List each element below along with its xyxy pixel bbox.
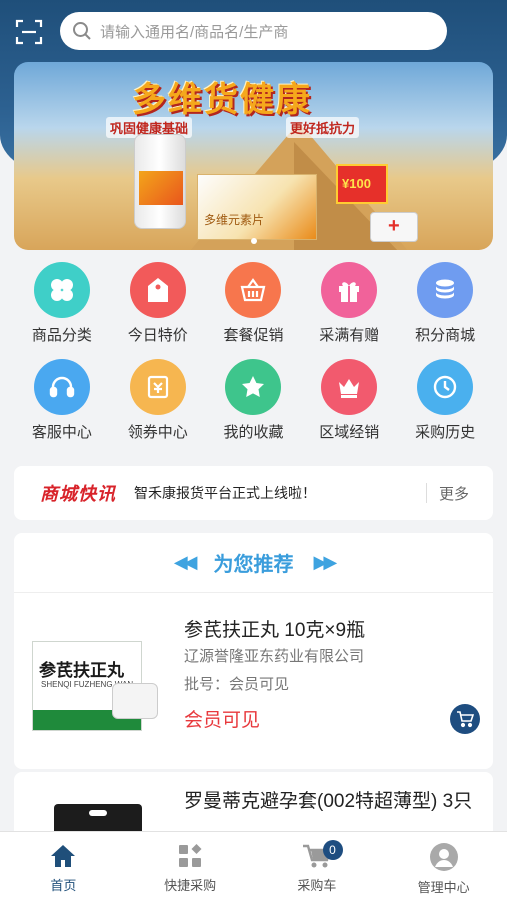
- product-box-image: 多维元素片: [197, 174, 317, 240]
- news-more-link[interactable]: 更多: [439, 483, 469, 504]
- double-right-arrow-icon: ▶▶: [313, 552, 338, 572]
- tab-quick-buy[interactable]: 快捷采购: [127, 832, 254, 900]
- category-label: 商品分类: [31, 327, 92, 344]
- category-grid: 商品分类 今日特价 套餐促销 采满有赠 积分商城 客服中心 领券中心 我的收藏 …: [14, 262, 493, 442]
- clock-icon: [417, 359, 474, 415]
- category-label: 客服中心: [31, 424, 92, 441]
- category-label: 采购历史: [415, 424, 476, 441]
- tab-home[interactable]: 首页: [0, 832, 127, 900]
- product-manufacturer: 辽源誉隆亚东药业有限公司: [184, 648, 365, 665]
- medicine-jar-image: [112, 683, 158, 719]
- quick-buy-icon: [179, 844, 202, 867]
- product-bottle-image: [134, 134, 186, 229]
- tab-cart[interactable]: 0 采购车: [254, 832, 381, 900]
- headset-icon: [33, 359, 90, 415]
- category-label: 我的收藏: [223, 424, 284, 441]
- grid-icon: [33, 262, 90, 318]
- recommend-section: ◀◀ 为您推荐 ▶▶ 参芪扶正丸 SHENQI FUZHENG WAN 参芪扶正…: [14, 533, 493, 769]
- divider: [425, 483, 427, 503]
- news-logo: 商城快讯: [40, 484, 116, 504]
- promo-price: ¥100: [342, 176, 371, 191]
- category-label: 今日特价: [127, 327, 188, 344]
- category-item-purchase-history[interactable]: 采购历史: [397, 359, 493, 442]
- category-item-points-mall[interactable]: 积分商城: [397, 262, 493, 345]
- news-text[interactable]: 智禾康报货平台正式上线啦！: [134, 483, 426, 503]
- scan-button[interactable]: [14, 17, 44, 47]
- category-item-coupon-center[interactable]: 领券中心: [110, 359, 206, 442]
- double-left-arrow-icon: ◀◀: [173, 552, 198, 572]
- bottom-tab-bar: 首页 快捷采购 0 采购车 管理中心: [0, 831, 507, 900]
- recommend-title: 为您推荐: [213, 554, 294, 576]
- price-tag-icon: [129, 262, 186, 318]
- product-price: 会员可见: [184, 710, 261, 731]
- tab-label: 首页: [50, 878, 77, 893]
- category-label: 采满有赠: [319, 327, 380, 344]
- search-input[interactable]: 请输入通用名/商品名/生产商: [60, 12, 447, 50]
- promo-red-box: ¥100: [336, 164, 388, 204]
- banner-title: 多维货健康: [132, 81, 312, 119]
- recommend-header: ◀◀ 为您推荐 ▶▶: [14, 533, 493, 593]
- tab-label: 采购车: [297, 878, 337, 893]
- user-icon: [429, 843, 458, 871]
- product-batch: 批号：会员可见: [184, 676, 290, 693]
- tab-label: 快捷采购: [164, 878, 217, 893]
- crown-icon: [321, 359, 378, 415]
- basket-icon: [225, 262, 282, 318]
- product-image[interactable]: 参芪扶正丸 SHENQI FUZHENG WAN: [32, 633, 158, 731]
- news-ticker[interactable]: 商城快讯 智禾康报货平台正式上线啦！ 更多: [14, 466, 493, 520]
- product-card[interactable]: 参芪扶正丸 SHENQI FUZHENG WAN 参芪扶正丸 10克×9瓶 辽源…: [14, 593, 493, 769]
- category-label: 领券中心: [127, 424, 188, 441]
- category-label: 积分商城: [415, 327, 476, 344]
- coupon-icon: [129, 359, 186, 415]
- banner-slogan-right: 更好抵抗力: [286, 117, 360, 138]
- category-item-gift-with-purchase[interactable]: 采满有赠: [301, 262, 397, 345]
- search-icon: [73, 22, 91, 40]
- gift-icon: [321, 262, 378, 318]
- carousel-dots: [14, 238, 493, 244]
- category-item-product-categories[interactable]: 商品分类: [14, 262, 110, 345]
- coins-icon: [417, 262, 474, 318]
- scan-icon: [15, 19, 43, 45]
- category-item-daily-deals[interactable]: 今日特价: [110, 262, 206, 345]
- star-icon: [225, 359, 282, 415]
- box-name: 参芪扶正丸: [39, 661, 124, 680]
- category-label: 区域经销: [319, 424, 380, 441]
- category-item-regional-distribution[interactable]: 区域经销: [301, 359, 397, 442]
- cart-count-badge: 0: [322, 840, 343, 860]
- promo-banner[interactable]: 多维货健康 巩固健康基础 更好抵抗力 多维元素片 ¥100: [14, 62, 493, 250]
- product-name[interactable]: 罗曼蒂克避孕套(002特超薄型) 3只: [184, 790, 484, 814]
- product-name[interactable]: 参芪扶正丸 10克×9瓶: [184, 615, 365, 642]
- home-icon: [51, 845, 76, 867]
- cart-icon: [457, 711, 474, 728]
- box-text: 多维元素片: [204, 213, 265, 227]
- search-placeholder: 请输入通用名/商品名/生产商: [100, 23, 289, 41]
- tab-label: 管理中心: [417, 880, 470, 895]
- category-item-bundle-promos[interactable]: 套餐促销: [206, 262, 302, 345]
- tab-management[interactable]: 管理中心: [380, 832, 507, 900]
- category-item-favorites[interactable]: 我的收藏: [206, 359, 302, 442]
- category-label: 套餐促销: [223, 327, 284, 344]
- category-item-customer-service[interactable]: 客服中心: [14, 359, 110, 442]
- carousel-dot[interactable]: [250, 238, 257, 244]
- add-to-cart-button[interactable]: [450, 704, 480, 734]
